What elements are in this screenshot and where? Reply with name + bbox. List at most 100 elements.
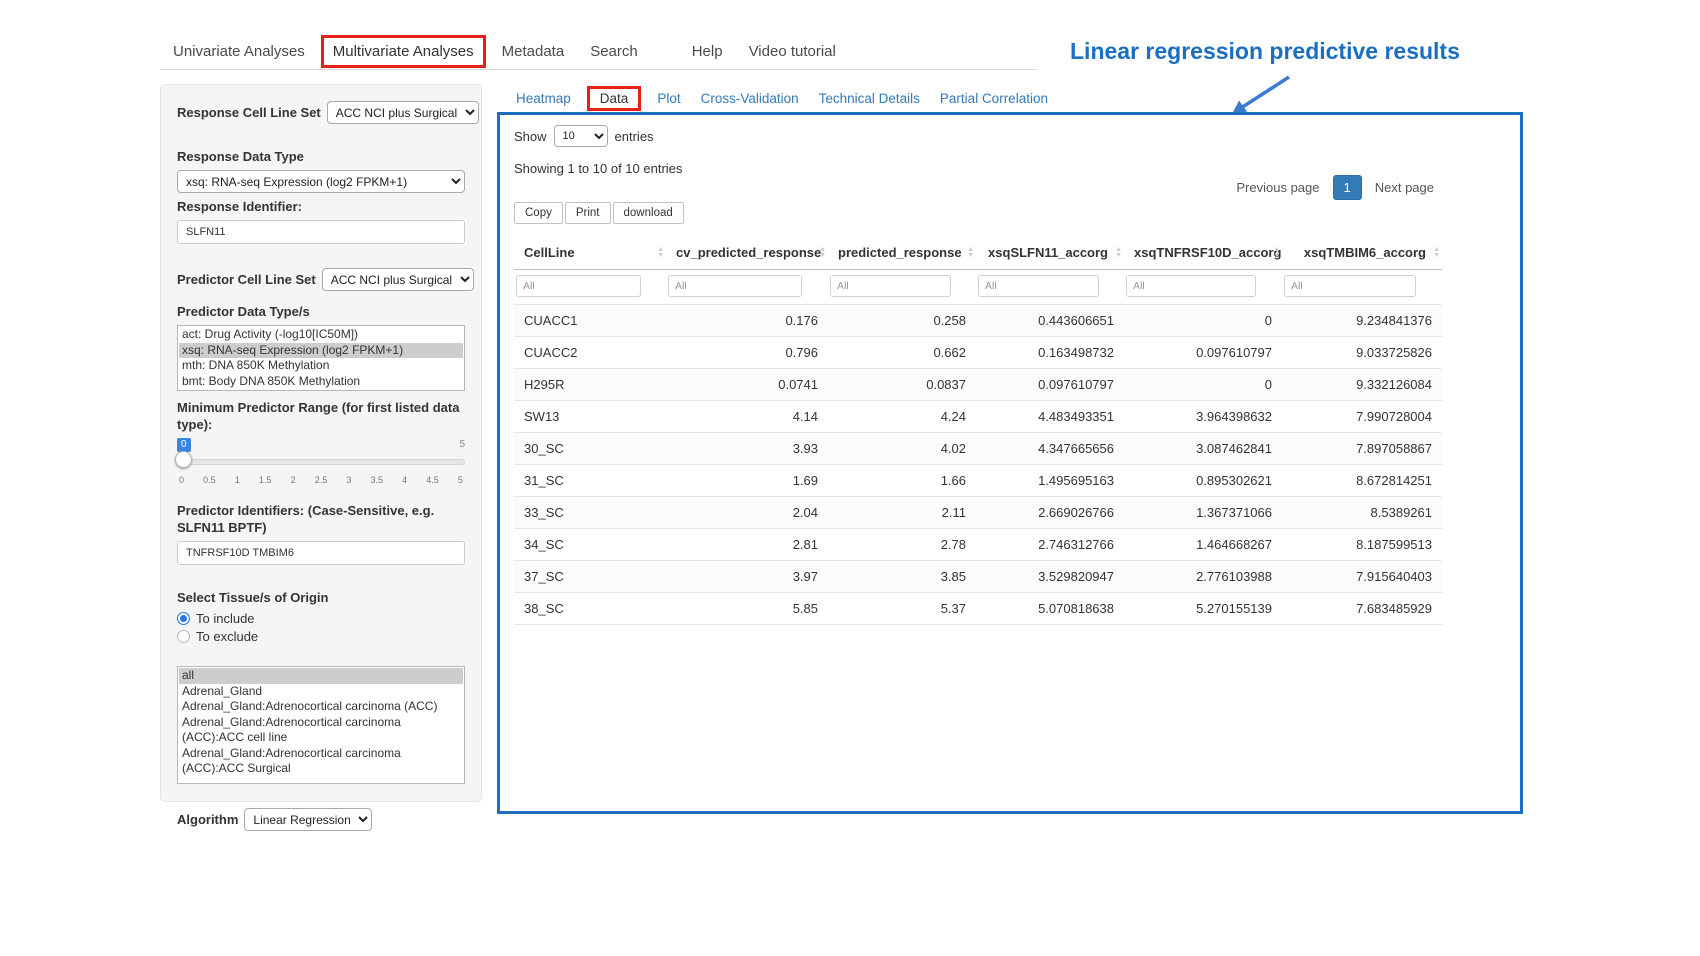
response-cell-line-set-select[interactable]: ACC NCI plus Surgical: [327, 101, 479, 124]
filter-input-predicted-response[interactable]: [830, 275, 951, 297]
response-identifier-label: Response Identifier:: [177, 198, 465, 215]
nav-item-univariate-analyses[interactable]: Univariate Analyses: [160, 38, 318, 65]
pagination: Previous page 1 Next page: [1228, 175, 1442, 200]
slider-handle[interactable]: [175, 451, 192, 468]
cell: 30_SC: [514, 433, 666, 465]
nav-item-video-tutorial[interactable]: Video tutorial: [736, 38, 849, 65]
nav-item-search[interactable]: Search: [577, 38, 651, 65]
column-label: xsqTMBIM6_accorg: [1304, 245, 1426, 260]
tab-data[interactable]: Data: [587, 86, 642, 111]
predictor-identifiers-input[interactable]: [177, 541, 465, 565]
cell: 8.187599513: [1282, 529, 1442, 561]
cell: 2.746312766: [976, 529, 1124, 561]
slider-max-label: 5: [459, 439, 465, 450]
option-adrenal-gland[interactable]: Adrenal_Gland: [179, 684, 463, 700]
cell: 0.662: [828, 337, 976, 369]
cell: 2.11: [828, 497, 976, 529]
cell: 5.270155139: [1124, 593, 1282, 625]
option-adrenal-gland-adrenocortical-carcinoma-acc-acc-surgical[interactable]: Adrenal_Gland:Adrenocortical carcinoma (…: [179, 746, 463, 777]
option-adrenal-gland-adrenocortical-carcinoma-acc[interactable]: Adrenal_Gland:Adrenocortical carcinoma (…: [179, 699, 463, 715]
nav-item-multivariate-analyses[interactable]: Multivariate Analyses: [321, 35, 486, 68]
cell: H295R: [514, 369, 666, 401]
column-header-xsqtnfrsf10d-accorg[interactable]: xsqTNFRSF10D_accorg: [1124, 236, 1282, 270]
slider-tick: 2.5: [315, 475, 328, 485]
tab-partial-correlation[interactable]: Partial Correlation: [930, 86, 1058, 111]
option-xsq-rna-seq-expression-log2-fpkm-1[interactable]: xsq: RNA-seq Expression (log2 FPKM+1): [179, 343, 463, 359]
cell: 7.915640403: [1282, 561, 1442, 593]
page-1-button[interactable]: 1: [1333, 175, 1362, 200]
export-toolbar: CopyPrintdownload: [514, 202, 1442, 224]
show-entries-suffix: entries: [615, 129, 654, 144]
slider-tick: 1.5: [259, 475, 272, 485]
print-button[interactable]: Print: [565, 202, 611, 224]
column-label: xsqSLFN11_accorg: [988, 245, 1108, 260]
cell: 8.5389261: [1282, 497, 1442, 529]
option-mth-dna-850k-methylation[interactable]: mth: DNA 850K Methylation: [179, 358, 463, 374]
algorithm-select[interactable]: Linear Regression: [244, 808, 372, 831]
filter-input-xsqslfn11-accorg[interactable]: [978, 275, 1099, 297]
table-row: CUACC20.7960.6620.1634987320.0976107979.…: [514, 337, 1442, 369]
slider-tick: 4: [402, 475, 407, 485]
cell: 7.990728004: [1282, 401, 1442, 433]
results-inner: Show 10 entries Showing 1 to 10 of 10 en…: [514, 125, 1442, 625]
cell: 7.683485929: [1282, 593, 1442, 625]
filter-cell: [976, 270, 1124, 305]
predictor-data-types-label: Predictor Data Type/s: [177, 303, 465, 320]
slider-ticks: 00.511.522.533.544.55: [179, 475, 463, 485]
slider-tick: 0: [179, 475, 184, 485]
cell: 4.483493351: [976, 401, 1124, 433]
table-row: 38_SC5.855.375.0708186385.2701551397.683…: [514, 593, 1442, 625]
option-all[interactable]: all: [179, 668, 463, 684]
tab-plot[interactable]: Plot: [647, 86, 690, 111]
tab-cross-validation[interactable]: Cross-Validation: [691, 86, 809, 111]
radio-to-exclude[interactable]: To exclude: [177, 629, 465, 644]
response-identifier-input[interactable]: [177, 220, 465, 244]
cell: 3.087462841: [1124, 433, 1282, 465]
nav-item-metadata[interactable]: Metadata: [489, 38, 578, 65]
cell: CUACC2: [514, 337, 666, 369]
column-header-cv-predicted-response[interactable]: cv_predicted_response: [666, 236, 828, 270]
column-header-xsqtmbim6-accorg[interactable]: xsqTMBIM6_accorg: [1282, 236, 1442, 270]
response-cell-line-set-row: Response Cell Line Set ACC NCI plus Surg…: [177, 101, 465, 124]
min-predictor-range-slider[interactable]: 0 5 00.511.522.533.544.55: [177, 438, 465, 492]
option-bmt-body-dna-850k-methylation[interactable]: bmt: Body DNA 850K Methylation: [179, 374, 463, 390]
filter-input-xsqtnfrsf10d-accorg[interactable]: [1126, 275, 1256, 297]
result-tabs: HeatmapDataPlotCross-ValidationTechnical…: [506, 86, 1058, 111]
cell: 4.24: [828, 401, 976, 433]
radio-to-include[interactable]: To include: [177, 611, 465, 626]
nav-item-help[interactable]: Help: [679, 38, 736, 65]
copy-button[interactable]: Copy: [514, 202, 563, 224]
filter-input-cellline[interactable]: [516, 275, 641, 297]
cell: 0.163498732: [976, 337, 1124, 369]
column-header-cellline[interactable]: CellLine: [514, 236, 666, 270]
cell: 1.464668267: [1124, 529, 1282, 561]
filter-cell: [1124, 270, 1282, 305]
option-act-drug-activity-log10-ic50m[interactable]: act: Drug Activity (-log10[IC50M]): [179, 327, 463, 343]
tab-heatmap[interactable]: Heatmap: [506, 86, 581, 111]
cell: 37_SC: [514, 561, 666, 593]
predictor-cell-line-set-select[interactable]: ACC NCI plus Surgical: [322, 268, 474, 291]
slider-tick: 3.5: [370, 475, 383, 485]
option-adrenal-gland-adrenocortical-carcinoma-acc-acc-cell-line[interactable]: Adrenal_Gland:Adrenocortical carcinoma (…: [179, 715, 463, 746]
slider-track[interactable]: [177, 459, 465, 465]
sidebar: Response Cell Line Set ACC NCI plus Surg…: [160, 84, 482, 802]
column-label: predicted_response: [838, 245, 962, 260]
next-page-button[interactable]: Next page: [1367, 175, 1442, 200]
show-entries-select[interactable]: 10: [554, 125, 608, 147]
response-data-type-select[interactable]: xsq: RNA-seq Expression (log2 FPKM+1): [177, 170, 465, 193]
cell: 34_SC: [514, 529, 666, 561]
column-header-predicted-response[interactable]: predicted_response: [828, 236, 976, 270]
cell: 38_SC: [514, 593, 666, 625]
download-button[interactable]: download: [613, 202, 684, 224]
sort-icon: [819, 247, 826, 259]
radio-icon: [177, 612, 190, 625]
column-header-xsqslfn11-accorg[interactable]: xsqSLFN11_accorg: [976, 236, 1124, 270]
previous-page-button[interactable]: Previous page: [1228, 175, 1327, 200]
algorithm-label: Algorithm: [177, 812, 238, 827]
radio-label: To exclude: [196, 629, 258, 644]
slider-tick: 2: [291, 475, 296, 485]
filter-input-cv-predicted-response[interactable]: [668, 275, 802, 297]
column-label: xsqTNFRSF10D_accorg: [1134, 245, 1281, 260]
filter-input-xsqtmbim6-accorg[interactable]: [1284, 275, 1416, 297]
tab-technical-details[interactable]: Technical Details: [809, 86, 930, 111]
